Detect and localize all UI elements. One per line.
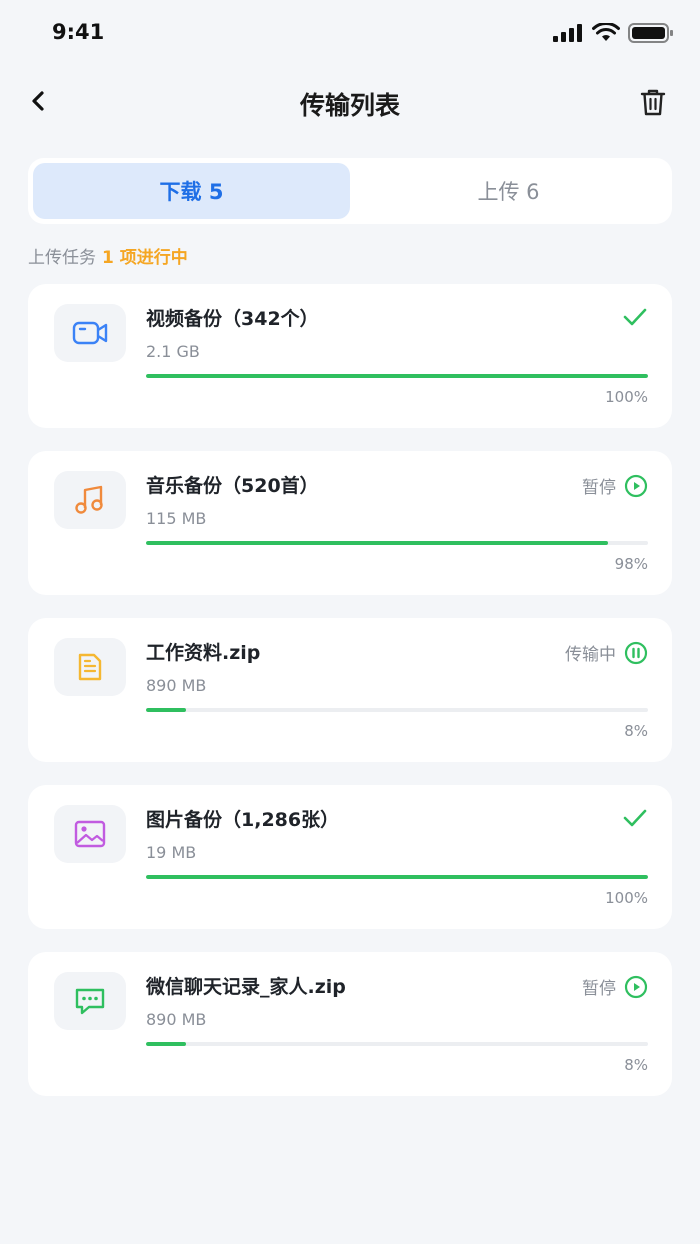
nav-bar: 传输列表 [0,72,700,132]
transfer-status: 传输中 [565,640,648,665]
transfer-item[interactable]: 音乐备份（520首） 115 MB 暂停 98% [28,451,672,595]
delete-button[interactable] [638,86,668,118]
transfer-list: 视频备份（342个） 2.1 GB 100% 音乐备份（520首） 115 MB… [28,284,672,1119]
trash-icon [640,89,666,116]
progress-track [146,708,648,712]
battery-icon [628,23,673,43]
file-type-icon-box [54,471,126,529]
transfer-status: 暂停 [582,974,648,999]
summary-prefix: 上传任务 [28,248,96,268]
status-text: 暂停 [582,478,616,498]
file-size: 2.1 GB [146,342,200,361]
file-type-icon-box [54,805,126,863]
document-icon [78,653,102,681]
progress-fill [146,374,648,378]
file-name: 工作资料.zip [146,642,261,664]
play-circle-icon[interactable] [624,975,648,999]
status-bar: 9:41 [0,0,700,68]
progress-track [146,1042,648,1046]
transfer-status [614,807,648,829]
transfer-item[interactable]: 微信聊天记录_家人.zip 890 MB 暂停 8% [28,952,672,1096]
file-size: 115 MB [146,509,207,528]
transfer-item[interactable]: 视频备份（342个） 2.1 GB 100% [28,284,672,428]
transfer-item[interactable]: 图片备份（1,286张） 19 MB 100% [28,785,672,929]
transfer-status: 暂停 [582,473,648,498]
status-time: 9:41 [52,20,105,44]
play-circle-icon[interactable] [624,474,648,498]
progress-percent: 100% [605,388,648,406]
pause-circle-icon[interactable] [624,641,648,665]
progress-fill [146,875,648,879]
task-summary: 上传任务 1 项进行中 [28,243,188,268]
page-title: 传输列表 [299,91,400,120]
check-icon [623,809,647,827]
file-size: 890 MB [146,1010,207,1029]
check-icon [623,308,647,326]
file-type-icon-box [54,972,126,1030]
tab-upload[interactable]: 上传 6 [350,163,667,219]
signal-icon [553,24,582,42]
transfer-status [614,306,648,328]
status-icons [552,22,674,44]
progress-percent: 98% [614,555,648,573]
file-name: 微信聊天记录_家人.zip [146,976,346,998]
status-text: 传输中 [565,645,616,665]
progress-track [146,541,648,545]
file-name: 图片备份（1,286张） [146,809,340,831]
status-text: 暂停 [582,979,616,999]
progress-fill [146,1042,187,1046]
file-size: 19 MB [146,843,197,862]
summary-highlight: 1 项进行中 [102,248,188,268]
wifi-icon [592,23,620,41]
transfer-tabs: 下载 5 上传 6 [28,158,672,224]
file-name: 视频备份（342个） [146,308,319,330]
video-icon [72,321,108,345]
music-icon [75,485,103,514]
tab-download[interactable]: 下载 5 [33,163,350,219]
image-icon [74,820,106,848]
progress-percent: 100% [605,889,648,907]
progress-fill [146,541,608,545]
progress-track [146,875,648,879]
progress-track [146,374,648,378]
file-type-icon-box [54,304,126,362]
chat-icon [75,988,105,1015]
file-type-icon-box [54,638,126,696]
progress-fill [146,708,187,712]
progress-percent: 8% [624,722,648,740]
file-size: 890 MB [146,676,207,695]
file-name: 音乐备份（520首） [146,475,319,497]
progress-percent: 8% [624,1056,648,1074]
transfer-item[interactable]: 工作资料.zip 890 MB 传输中 8% [28,618,672,762]
